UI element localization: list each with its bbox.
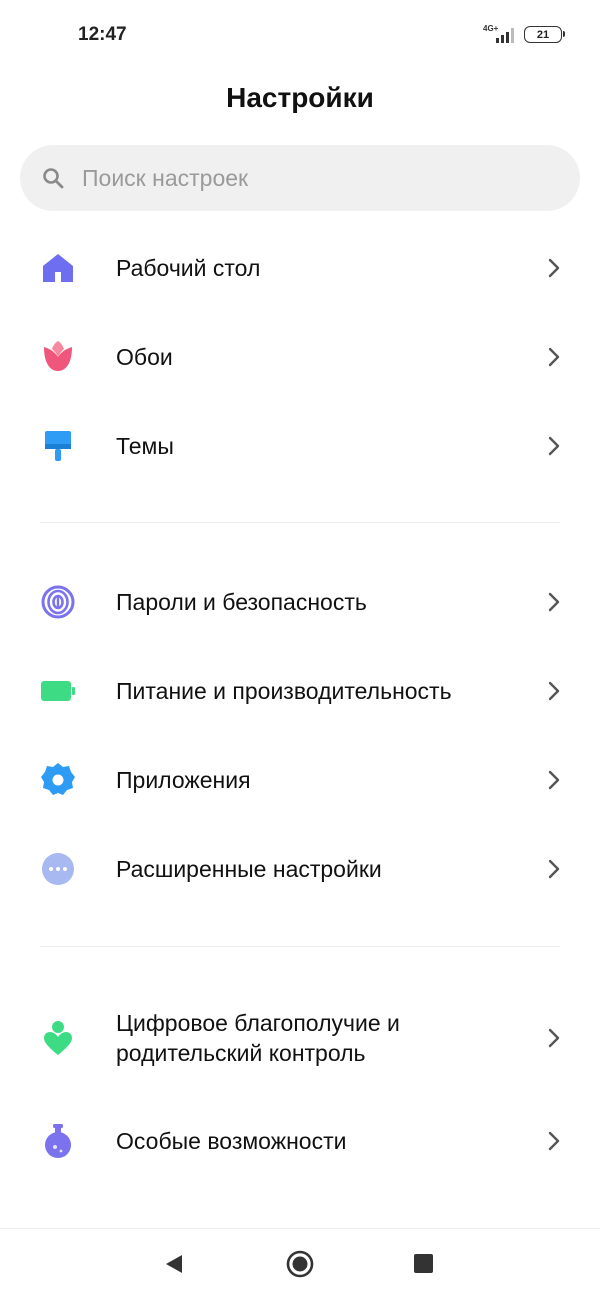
settings-item-label: Расширенные настройки xyxy=(116,856,382,882)
chevron-right-icon xyxy=(548,1131,560,1151)
home-icon xyxy=(43,254,73,282)
chevron-right-icon xyxy=(548,1028,560,1048)
wellbeing-heart-icon xyxy=(44,1021,72,1055)
section-divider xyxy=(40,522,560,523)
settings-item-advanced[interactable]: Расширенные настройки xyxy=(0,825,600,913)
gear-icon xyxy=(41,763,75,795)
settings-item-label: Питание и производительность xyxy=(116,678,452,704)
settings-item-label: Обои xyxy=(116,344,173,370)
paint-brush-icon xyxy=(45,431,71,461)
section-divider xyxy=(40,946,560,947)
flask-icon xyxy=(45,1124,71,1158)
battery-icon xyxy=(41,681,75,701)
more-dots-icon xyxy=(42,853,74,885)
settings-item-power-performance[interactable]: Питание и производительность xyxy=(0,647,600,735)
chevron-right-icon xyxy=(548,347,560,367)
search-icon xyxy=(43,168,64,189)
status-time: 12:47 xyxy=(78,24,127,45)
settings-item-label: Темы xyxy=(116,433,174,459)
signal-icon xyxy=(496,28,514,43)
settings-item-label: Особые возможности xyxy=(116,1128,347,1154)
page-title: Настройки xyxy=(226,82,374,113)
back-icon[interactable] xyxy=(162,1252,186,1276)
navigation-bar xyxy=(0,1228,600,1300)
home-circle-icon[interactable] xyxy=(286,1250,314,1278)
settings-item-label: Цифровое благополучие и родительский кон… xyxy=(116,1010,400,1066)
fingerprint-icon xyxy=(41,585,75,619)
chevron-right-icon xyxy=(548,436,560,456)
settings-item-label: Пароли и безопасность xyxy=(116,589,367,615)
search-bar[interactable] xyxy=(20,145,580,211)
chevron-right-icon xyxy=(548,258,560,278)
settings-item-digital-wellbeing[interactable]: Цифровое благополучие и родительский кон… xyxy=(0,982,600,1094)
battery-level: 21 xyxy=(536,28,550,41)
settings-item-apps[interactable]: Приложения xyxy=(0,736,600,824)
settings-item-wallpaper[interactable]: Обои xyxy=(0,313,600,401)
settings-item-label: Рабочий стол xyxy=(116,255,261,281)
settings-item-themes[interactable]: Темы xyxy=(0,402,600,490)
status-bar: 12:47 4G+ 21 xyxy=(0,0,600,70)
settings-item-accessibility[interactable]: Особые возможности xyxy=(0,1097,600,1185)
chevron-right-icon xyxy=(548,592,560,612)
settings-item-desktop[interactable]: Рабочий стол xyxy=(0,224,600,312)
recent-apps-icon[interactable] xyxy=(414,1254,433,1273)
tulip-icon xyxy=(44,341,72,371)
settings-item-label: Приложения xyxy=(116,767,251,793)
search-input[interactable] xyxy=(82,145,552,211)
settings-item-passwords-security[interactable]: Пароли и безопасность xyxy=(0,558,600,646)
chevron-right-icon xyxy=(548,681,560,701)
chevron-right-icon xyxy=(548,770,560,790)
chevron-right-icon xyxy=(548,859,560,879)
battery-indicator: 21 xyxy=(524,26,565,43)
